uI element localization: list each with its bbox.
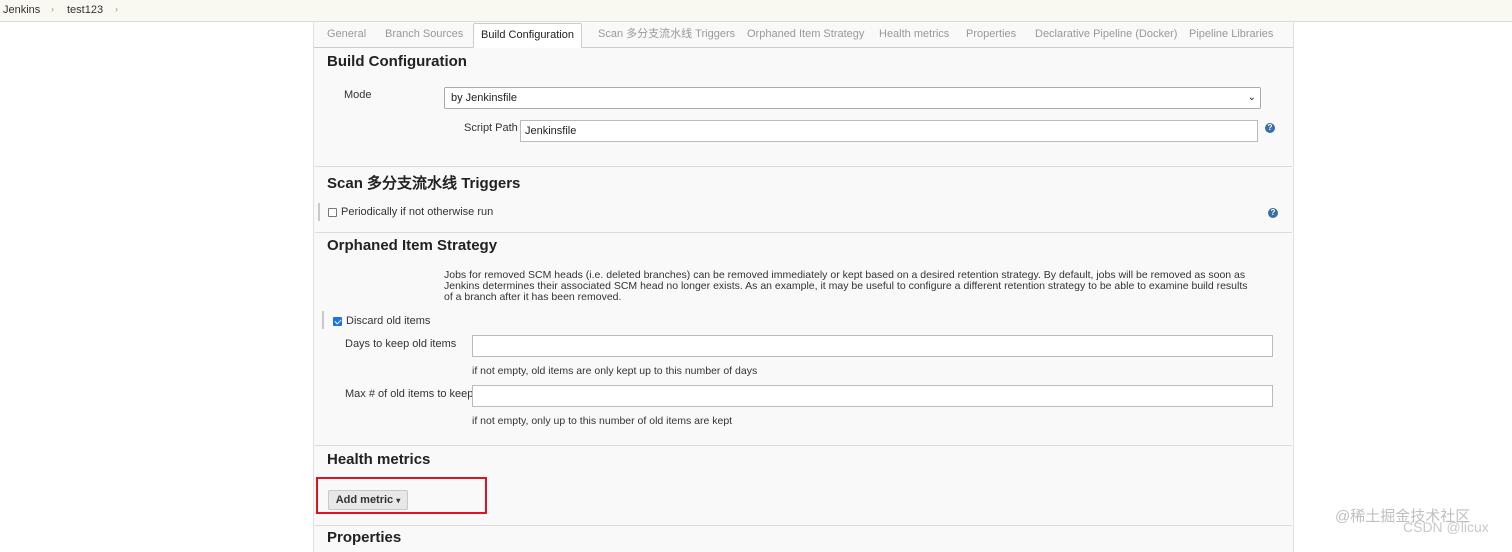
discard-old-items-checkbox[interactable] bbox=[333, 317, 342, 326]
divider bbox=[315, 445, 1292, 446]
breadcrumb-test123[interactable]: test123 bbox=[67, 4, 103, 16]
days-to-keep-label: Days to keep old items bbox=[345, 338, 457, 350]
breadcrumb: Jenkins › test123 › bbox=[0, 0, 1512, 22]
max-items-label: Max # of old items to keep bbox=[345, 388, 474, 400]
mode-label: Mode bbox=[344, 89, 372, 101]
section-title-scan-triggers: Scan 多分支流水线 Triggers bbox=[327, 175, 521, 192]
tab-pipeline-libraries[interactable]: Pipeline Libraries bbox=[1189, 26, 1273, 46]
discard-old-items-label: Discard old items bbox=[346, 315, 431, 327]
mode-select-value: by Jenkinsfile bbox=[451, 92, 518, 104]
section-title-health-metrics: Health metrics bbox=[327, 451, 431, 468]
help-icon[interactable]: ? bbox=[1268, 208, 1278, 218]
tab-orphaned-item-strategy[interactable]: Orphaned Item Strategy bbox=[747, 26, 864, 46]
tab-scan-triggers[interactable]: Scan 多分支流水线 Triggers bbox=[598, 26, 735, 46]
help-icon[interactable]: ? bbox=[1265, 123, 1275, 133]
config-tabs: General Branch Sources Build Configurati… bbox=[314, 22, 1293, 48]
highlight-annotation bbox=[316, 477, 487, 514]
tab-general[interactable]: General bbox=[327, 26, 366, 46]
days-to-keep-hint: if not empty, old items are only kept up… bbox=[472, 365, 758, 377]
chevron-right-icon: › bbox=[51, 4, 54, 14]
chevron-down-icon: ⌄ bbox=[1247, 92, 1256, 103]
mode-select[interactable]: by Jenkinsfile ⌄ bbox=[444, 87, 1261, 109]
section-title-build-configuration: Build Configuration bbox=[327, 53, 467, 70]
script-path-label: Script Path bbox=[464, 122, 518, 134]
divider bbox=[315, 525, 1292, 526]
tab-health-metrics[interactable]: Health metrics bbox=[879, 26, 949, 46]
section-indicator bbox=[322, 311, 324, 329]
config-panel: General Branch Sources Build Configurati… bbox=[313, 22, 1294, 552]
tab-branch-sources[interactable]: Branch Sources bbox=[385, 26, 463, 46]
tab-properties[interactable]: Properties bbox=[966, 26, 1016, 46]
periodically-label: Periodically if not otherwise run bbox=[341, 206, 494, 218]
days-to-keep-input[interactable] bbox=[472, 335, 1273, 357]
tab-build-configuration[interactable]: Build Configuration bbox=[473, 23, 582, 48]
divider bbox=[315, 232, 1292, 233]
periodically-checkbox[interactable] bbox=[328, 208, 337, 217]
watermark-csdn: CSDN @licux bbox=[1403, 519, 1489, 535]
section-indicator bbox=[318, 203, 320, 221]
section-title-orphaned-item-strategy: Orphaned Item Strategy bbox=[327, 237, 498, 254]
max-items-hint: if not empty, only up to this number of … bbox=[472, 415, 733, 427]
tab-declarative-pipeline-docker[interactable]: Declarative Pipeline (Docker) bbox=[1035, 26, 1177, 46]
orphaned-description: Jobs for removed SCM heads (i.e. deleted… bbox=[444, 269, 1248, 303]
chevron-right-icon: › bbox=[115, 4, 118, 14]
divider bbox=[315, 166, 1292, 167]
script-path-input[interactable]: Jenkinsfile bbox=[520, 120, 1258, 142]
max-items-input[interactable] bbox=[472, 385, 1273, 407]
breadcrumb-jenkins[interactable]: Jenkins bbox=[3, 4, 40, 16]
section-title-properties: Properties bbox=[327, 529, 402, 546]
